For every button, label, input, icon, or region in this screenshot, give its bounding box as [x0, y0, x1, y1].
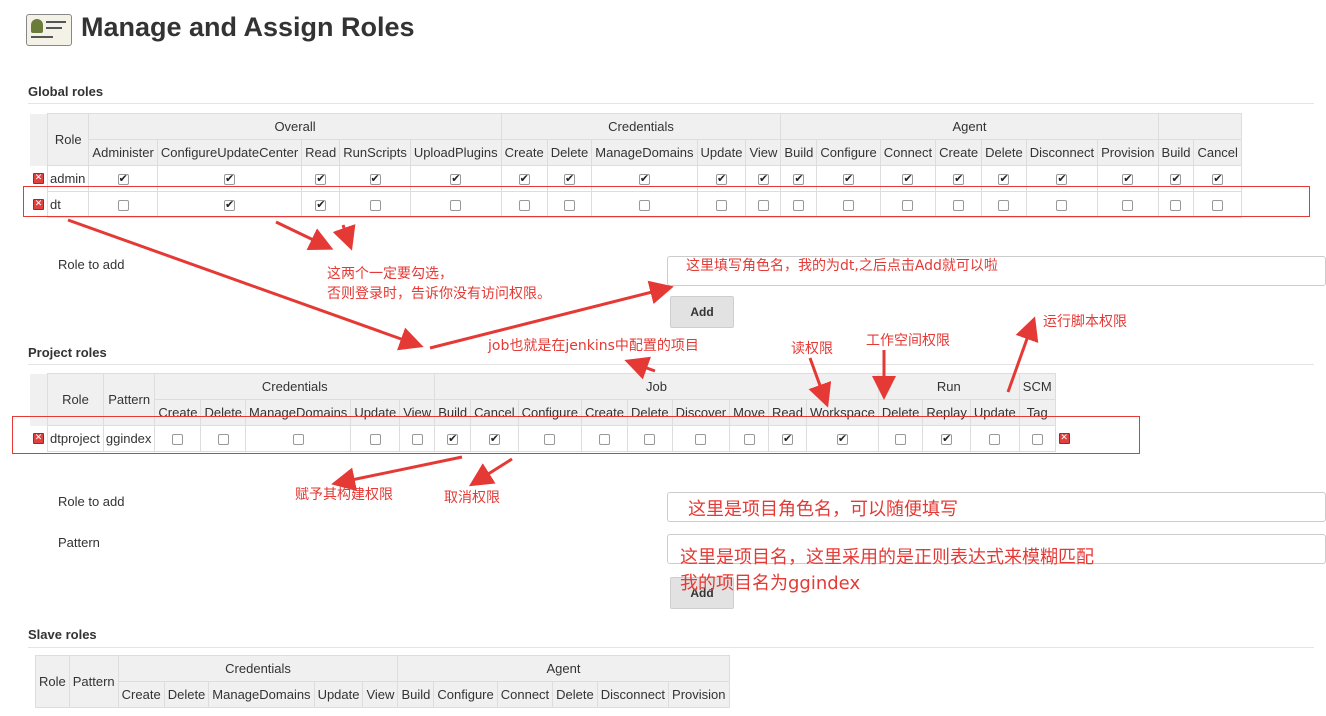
- annotation-job-meaning: job也就是在jenkins中配置的项目: [488, 338, 699, 354]
- annotation-project-role-name: 这里是项目角色名，可以随便填写: [688, 499, 958, 520]
- annotation-arrows: [67, 218, 1039, 492]
- annotation-fill-role-name: 这里填写角色名，我的为dt,之后点击Add就可以啦: [686, 258, 998, 274]
- annotation-build-perm: 赋予其构建权限: [295, 487, 393, 503]
- annotation-read: 读权限: [791, 341, 833, 357]
- annotation-cancel-perm: 取消权限: [444, 490, 500, 506]
- annotation-workspace: 工作空间权限: [866, 333, 950, 349]
- annotation-must-check: 这两个一定要勾选， 否则登录时，告诉你没有访问权限。: [327, 266, 551, 302]
- annotation-project-name: 这里是项目名，这里采用的是正则表达式来模糊匹配 我的项目名为ggindex: [680, 547, 1094, 594]
- annotation-run-script: 运行脚本权限: [1043, 314, 1127, 330]
